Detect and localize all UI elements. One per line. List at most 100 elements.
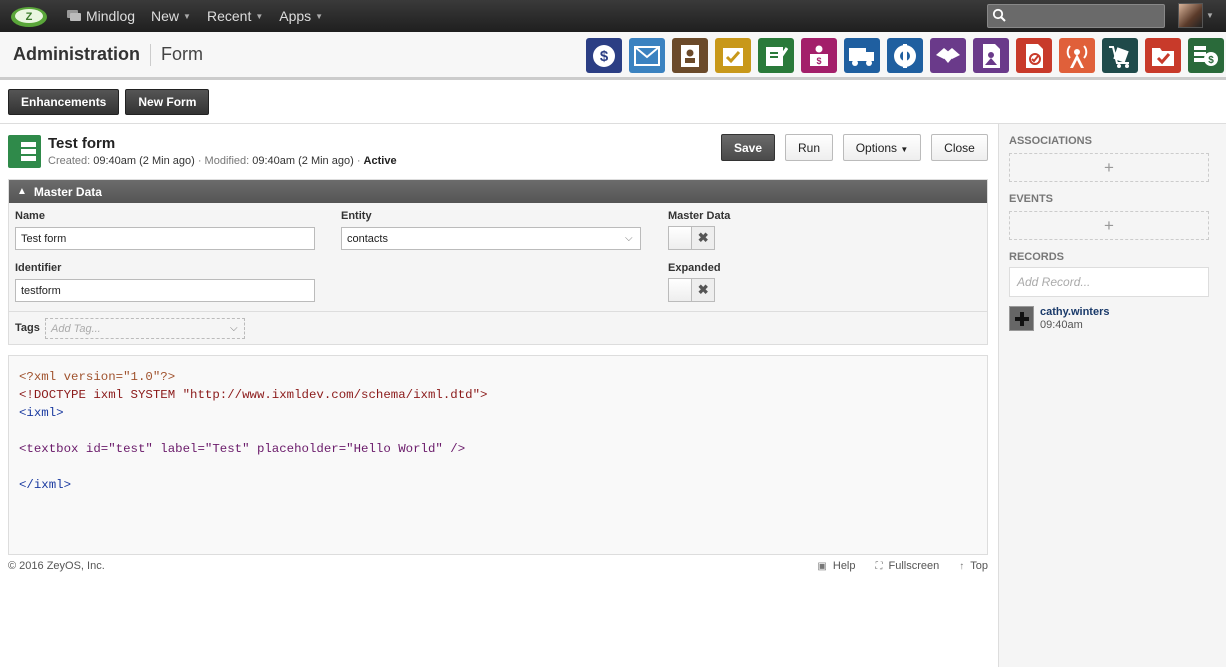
page-footer: © 2016 ZeyOS, Inc. ▣ Help ⛶ Fullscreen ↑… bbox=[8, 560, 988, 576]
page-title: Administration bbox=[13, 44, 141, 64]
modified-value: 09:40am (2 Min ago) bbox=[252, 155, 354, 167]
contacts-icon[interactable] bbox=[672, 38, 708, 73]
nav-recent[interactable]: Recent ▼ bbox=[207, 8, 263, 24]
fullscreen-link[interactable]: ⛶ Fullscreen bbox=[876, 560, 940, 572]
user-avatar[interactable] bbox=[1178, 3, 1203, 28]
entity-label: Entity bbox=[341, 210, 372, 222]
associations-label: ASSOCIATIONS bbox=[1009, 135, 1092, 147]
app-launcher: $ $ $ bbox=[586, 38, 1226, 73]
help-label: Help bbox=[832, 560, 856, 572]
name-label: Name bbox=[15, 210, 45, 222]
add-record-placeholder: Add Record... bbox=[1017, 275, 1091, 289]
nav-mindlog[interactable]: Mindlog bbox=[67, 8, 135, 24]
tags-placeholder: Add Tag... bbox=[51, 322, 101, 335]
master-data-toggle[interactable]: ✖ bbox=[668, 226, 715, 250]
add-association-button[interactable]: + bbox=[1009, 153, 1209, 182]
enhancements-button[interactable]: Enhancements bbox=[8, 89, 120, 115]
svg-text:Z: Z bbox=[26, 11, 33, 23]
form-meta: Created: 09:40am (2 Min ago) · Modified:… bbox=[48, 155, 397, 167]
chevron-down-icon: ▼ bbox=[183, 11, 191, 21]
fullscreen-icon: ⛶ bbox=[875, 560, 883, 572]
tasks-icon[interactable] bbox=[715, 38, 751, 73]
copyright: © 2016 ZeyOS, Inc. bbox=[8, 560, 105, 572]
record-time: 09:40am bbox=[1040, 319, 1083, 331]
form-title: Test form bbox=[48, 135, 116, 152]
close-icon: ✖ bbox=[697, 282, 709, 297]
entity-value: contacts bbox=[347, 232, 388, 245]
expanded-toggle[interactable]: ✖ bbox=[668, 278, 715, 302]
top-link[interactable]: ↑ Top bbox=[959, 560, 988, 572]
header-divider bbox=[150, 43, 152, 66]
close-icon: ✖ bbox=[697, 230, 709, 245]
action-toolbar: Enhancements New Form bbox=[8, 89, 215, 115]
sales-icon[interactable]: $ bbox=[801, 38, 837, 73]
mail-icon[interactable] bbox=[629, 38, 665, 73]
chevron-down-icon[interactable]: ▼ bbox=[1206, 11, 1214, 20]
code-line: <textbox id="test" label="Test" placehol… bbox=[19, 442, 466, 456]
shipping-icon[interactable] bbox=[844, 38, 880, 73]
help-link[interactable]: ▣ Help bbox=[817, 560, 855, 572]
add-record-input[interactable]: Add Record... bbox=[1009, 267, 1209, 297]
notes-icon[interactable] bbox=[758, 38, 794, 73]
search-input[interactable] bbox=[1010, 8, 1160, 24]
options-label: Options bbox=[855, 140, 898, 155]
main-content: Test form Created: 09:40am (2 Min ago) ·… bbox=[0, 123, 998, 667]
finance-icon[interactable]: $ bbox=[1188, 38, 1224, 73]
code-line: </ixml> bbox=[19, 478, 72, 492]
svg-text:$: $ bbox=[600, 48, 609, 65]
nav-apps[interactable]: Apps ▼ bbox=[279, 8, 323, 24]
nav-new[interactable]: New ▼ bbox=[151, 8, 191, 24]
xml-code-editor[interactable]: <?xml version="1.0"?> <!DOCTYPE ixml SYS… bbox=[8, 355, 988, 555]
campaigns-icon[interactable] bbox=[1059, 38, 1095, 73]
record-user-link[interactable]: cathy.winters bbox=[1040, 306, 1110, 318]
top-bar: Z Mindlog New ▼ Recent ▼ Apps ▼ ▼ bbox=[0, 0, 1226, 32]
billing-icon[interactable]: $ bbox=[586, 38, 622, 73]
new-form-button[interactable]: New Form bbox=[125, 89, 210, 115]
right-sidebar: ASSOCIATIONS + EVENTS + RECORDS Add Reco… bbox=[998, 123, 1226, 667]
fullscreen-label: Fullscreen bbox=[888, 560, 940, 572]
records-label: RECORDS bbox=[1009, 251, 1065, 263]
help-icon: ▣ bbox=[817, 560, 827, 572]
entity-select[interactable]: contacts bbox=[341, 227, 641, 250]
close-button[interactable]: Close bbox=[931, 134, 988, 161]
nav-apps-label: Apps bbox=[279, 8, 312, 24]
section-title: Master Data bbox=[33, 184, 102, 199]
documents-icon[interactable] bbox=[973, 38, 1009, 73]
global-search[interactable] bbox=[987, 4, 1165, 28]
options-button[interactable]: Options ▼ bbox=[843, 134, 921, 161]
chevron-down-icon: ▼ bbox=[315, 11, 324, 21]
modified-label: · Modified: bbox=[197, 155, 250, 167]
master-data-label: Master Data bbox=[668, 210, 731, 222]
tags-input[interactable]: Add Tag... bbox=[45, 318, 245, 339]
page-subtitle: Form bbox=[161, 44, 204, 64]
svg-text:$: $ bbox=[816, 56, 821, 66]
chevron-down-icon: ⌵ bbox=[625, 233, 633, 244]
partners-icon[interactable] bbox=[930, 38, 966, 73]
code-line: <!DOCTYPE ixml SYSTEM "http://www.ixmlde… bbox=[19, 388, 488, 402]
name-field[interactable] bbox=[15, 227, 315, 250]
master-data-section: ▲ Master Data Name Entity contacts ⌵ Mas… bbox=[8, 179, 988, 345]
projects-icon[interactable] bbox=[1145, 38, 1181, 73]
code-line: <ixml> bbox=[19, 406, 64, 420]
run-button[interactable]: Run bbox=[785, 134, 833, 161]
support-icon[interactable] bbox=[887, 38, 923, 73]
svg-text:$: $ bbox=[1208, 55, 1214, 66]
nav-new-label: New bbox=[151, 8, 180, 24]
identifier-field[interactable] bbox=[15, 279, 315, 302]
contracts-icon[interactable] bbox=[1016, 38, 1052, 73]
save-button[interactable]: Save bbox=[721, 134, 775, 161]
tags-row: Tags Add Tag... ⌵ bbox=[9, 311, 987, 344]
zeyos-logo-icon[interactable]: Z bbox=[9, 3, 49, 29]
identifier-label: Identifier bbox=[15, 262, 62, 274]
add-event-button[interactable]: + bbox=[1009, 211, 1209, 240]
nav-recent-label: Recent bbox=[206, 8, 252, 24]
top-nav: Mindlog New ▼ Recent ▼ Apps ▼ bbox=[67, 8, 339, 24]
arrow-up-icon: ↑ bbox=[959, 560, 965, 572]
form-icon bbox=[8, 135, 41, 168]
plus-icon: + bbox=[1104, 215, 1114, 235]
master-data-header[interactable]: ▲ Master Data bbox=[9, 180, 987, 203]
stock-icon[interactable] bbox=[1102, 38, 1138, 73]
code-line: <?xml version="1.0"?> bbox=[19, 370, 176, 384]
